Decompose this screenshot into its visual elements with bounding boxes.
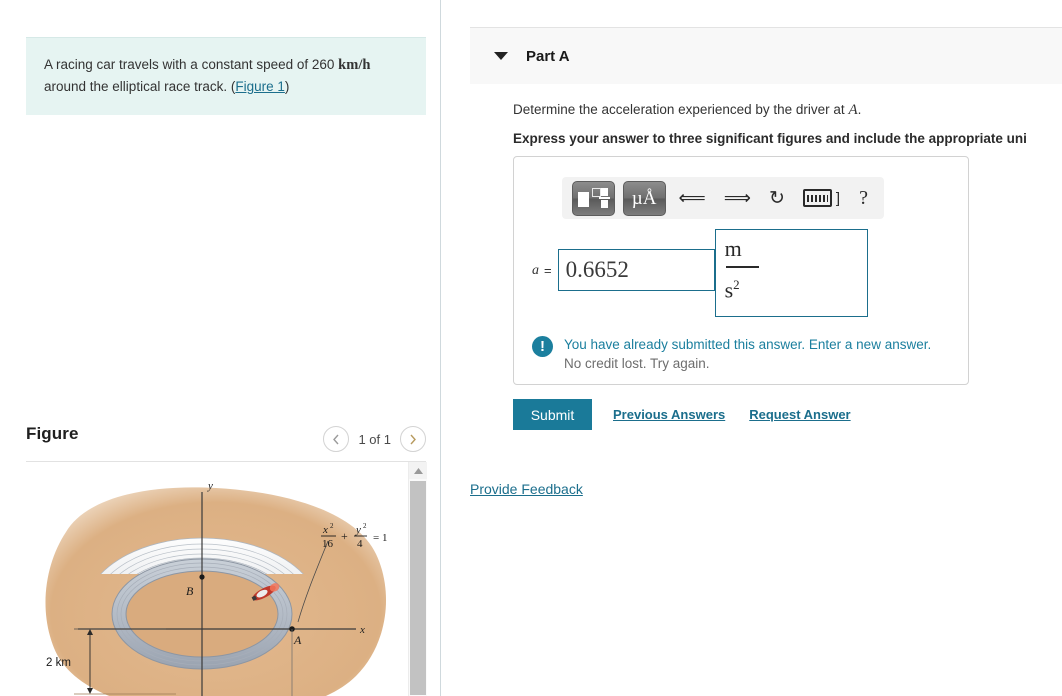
scroll-up-button[interactable] (409, 462, 427, 479)
svg-text:+: + (341, 529, 348, 543)
alert-line-2: No credit lost. Try again. (564, 356, 710, 371)
action-buttons-row: Submit Previous Answers Request Answer (513, 399, 851, 430)
scrollbar-thumb[interactable] (410, 481, 426, 695)
math-toolbar: µÅ ⟸ ⟹ ↻ ] ? (562, 177, 884, 219)
problem-statement-box: A racing car travels with a constant spe… (26, 37, 426, 115)
reset-circular-arrow-icon[interactable]: ↻ (764, 187, 790, 210)
problem-close-paren: ) (284, 79, 290, 94)
answer-entry-row: a = 0.6652 m s2 (532, 229, 868, 317)
prompt-period: . (857, 102, 862, 117)
answer-unit-box[interactable]: m s2 (714, 229, 868, 317)
keyboard-icon[interactable] (802, 189, 832, 207)
math-template-icon (578, 188, 611, 208)
request-answer-link[interactable]: Request Answer (749, 407, 850, 422)
scroll-up-arrow-icon (413, 467, 423, 474)
answer-card: µÅ ⟸ ⟹ ↻ ] ? a = 0.6652 m s2 ! You have … (513, 156, 969, 385)
redo-arrow-icon[interactable]: ⟹ (719, 187, 756, 210)
svg-text:y: y (355, 524, 361, 536)
svg-text:4: 4 (357, 538, 363, 550)
alert-line-1: You have already submitted this answer. … (564, 337, 932, 352)
answer-value: 0.6652 (565, 257, 629, 282)
point-a-label: A (293, 633, 302, 647)
alert-text: You have already submitted this answer. … (564, 335, 931, 373)
unit-fraction-bar (725, 266, 759, 268)
point-b-label: B (186, 584, 194, 598)
figure-navigation: 1 of 1 (323, 426, 426, 452)
bracket-label: ] (835, 189, 841, 207)
undo-arrow-icon[interactable]: ⟸ (674, 187, 711, 210)
x-axis-label: x (359, 624, 365, 636)
problem-text-after: around the elliptical race track. ( (44, 79, 236, 94)
exclamation-icon: ! (532, 336, 553, 357)
assignment-page: A racing car travels with a constant spe… (0, 0, 1062, 696)
part-a-header[interactable]: Part A (470, 27, 1062, 84)
caret-down-icon[interactable] (494, 52, 508, 60)
figure-next-button[interactable] (400, 426, 426, 452)
micro-angstrom-icon: µÅ (631, 187, 657, 209)
figure-counter: 1 of 1 (358, 431, 391, 447)
figure-header: Figure 1 of 1 (26, 424, 426, 462)
part-a-label: Part A (526, 47, 570, 65)
unit-exponent: 2 (733, 276, 740, 292)
svg-text:2: 2 (363, 522, 367, 530)
problem-text-before: A racing car travels with a constant spe… (44, 57, 339, 72)
dimension-label: 2 km (46, 657, 71, 669)
y-axis-label: y (207, 480, 213, 492)
submission-alert: ! You have already submitted this answer… (532, 335, 931, 373)
previous-answers-link[interactable]: Previous Answers (613, 407, 725, 422)
svg-text:2: 2 (330, 522, 334, 530)
prompt-text: Determine the acceleration experienced b… (513, 102, 849, 117)
submit-button[interactable]: Submit (513, 399, 592, 430)
point-b-marker (199, 574, 205, 580)
question-prompt: Determine the acceleration experienced b… (513, 102, 1062, 119)
unit-denominator: s2 (724, 276, 740, 302)
figure-scrollbar[interactable] (408, 462, 427, 696)
help-button[interactable]: ? (853, 187, 874, 210)
prompt-variable: A (848, 102, 858, 118)
svg-text:= 1: = 1 (373, 532, 387, 544)
problem-statement-text: A racing car travels with a constant spe… (44, 54, 408, 97)
problem-units: km/h (338, 57, 371, 73)
figure-prev-button[interactable] (323, 426, 350, 452)
svg-text:x: x (322, 524, 328, 536)
units-button[interactable]: µÅ (622, 180, 666, 216)
answer-equals-sign: = (544, 263, 552, 278)
answer-variable-label: a (532, 263, 539, 278)
answer-instruction: Express your answer to three significant… (513, 131, 1027, 146)
left-panel: A racing car travels with a constant spe… (0, 0, 441, 696)
unit-numerator: m (724, 236, 742, 261)
provide-feedback-link[interactable]: Provide Feedback (470, 481, 583, 497)
answer-input[interactable]: 0.6652 (557, 249, 715, 291)
math-template-button[interactable] (572, 180, 615, 216)
figure-viewport[interactable]: y x B A x 2 16 + y 2 4 = 1 2 km (26, 462, 426, 696)
chevron-right-icon (410, 434, 416, 444)
svg-text:16: 16 (322, 538, 334, 550)
figure-1-link[interactable]: Figure 1 (235, 79, 285, 94)
chevron-left-icon (333, 434, 339, 444)
race-track-diagram: y x B A x 2 16 + y 2 4 = 1 2 km (45, 480, 387, 696)
